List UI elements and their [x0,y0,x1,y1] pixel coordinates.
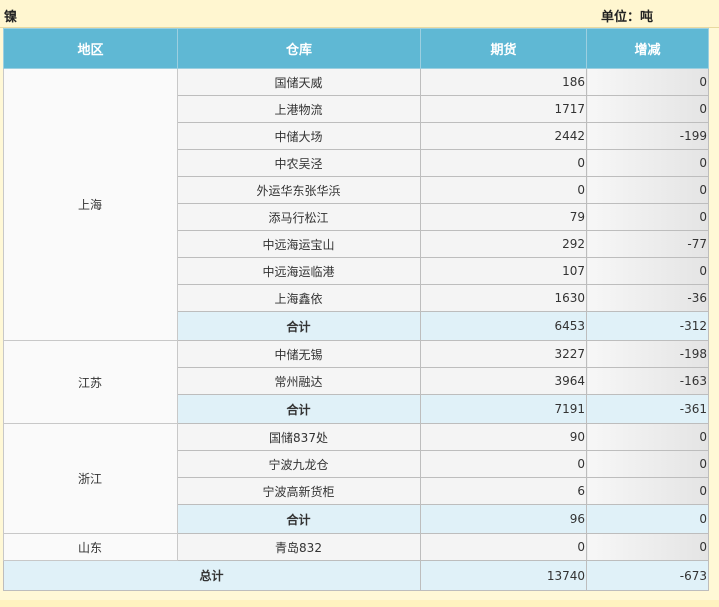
total-row: 总计 13740 -673 [3,560,709,591]
change-cell: -77 [586,230,709,258]
warehouse-cell: 宁波高新货柜 [177,477,421,505]
change-cell: -199 [586,122,709,150]
warehouse-cell: 常州融达 [177,367,421,395]
subtotal-futures: 6453 [420,311,587,341]
column-header-change: 增减 [586,28,709,69]
warehouse-cell: 国储天威 [177,68,421,96]
warehouse-cell: 中储大场 [177,122,421,150]
subtotal-futures: 7191 [420,394,587,424]
metal-name: 镍 [4,10,18,25]
change-cell: -36 [586,284,709,312]
change-cell: 0 [586,533,709,561]
futures-cell: 0 [420,450,587,478]
change-cell: 0 [586,176,709,204]
futures-cell: 3227 [420,340,587,368]
change-cell: 0 [586,257,709,285]
change-cell: 0 [586,203,709,231]
bottom-strip [0,600,719,607]
warehouse-cell: 宁波九龙仓 [177,450,421,478]
warehouse-cell: 外运华东张华浜 [177,176,421,204]
column-header-futures: 期货 [420,28,587,69]
futures-cell: 0 [420,533,587,561]
futures-cell: 79 [420,203,587,231]
futures-cell: 2442 [420,122,587,150]
total-futures: 13740 [420,560,587,591]
title-bar: 镍 单位：吨 [0,0,719,28]
region-cell: 江苏 [3,340,178,424]
warehouse-cell: 中农吴泾 [177,149,421,177]
change-cell: -163 [586,367,709,395]
table-row: 江苏 中储无锡 3227 -198 [3,340,709,424]
futures-cell: 1630 [420,284,587,312]
region-cell: 浙江 [3,423,178,534]
warehouse-stock-table: 地区 仓库 期货 增减 上海 国储天威 186 0 上港物流 1717 0 中储大场 2442-… [3,28,709,591]
subtotal-change: -361 [586,394,709,424]
futures-cell: 186 [420,68,587,96]
subtotal-futures: 96 [420,504,587,534]
change-cell: 0 [586,477,709,505]
table-row: 山东 青岛832 0 0 [3,533,709,561]
subtotal-change: -312 [586,311,709,341]
subtotal-label: 合计 [177,504,421,534]
change-cell: 0 [586,450,709,478]
futures-cell: 107 [420,257,587,285]
region-cell: 上海 [3,68,178,341]
warehouse-cell: 中远海运宝山 [177,230,421,258]
column-header-region: 地区 [3,28,178,69]
futures-cell: 292 [420,230,587,258]
total-label: 总计 [3,560,421,591]
subtotal-change: 0 [586,504,709,534]
futures-cell: 0 [420,176,587,204]
table-body: 上海 国储天威 186 0 上港物流 1717 0 中储大场 2442 -199 中农吴泾 0 0 外运华… [3,68,709,591]
column-header-warehouse: 仓库 [177,28,421,69]
change-cell: 0 [586,149,709,177]
table-row: 上海 国储天威 186 0 [3,68,709,341]
change-cell: 0 [586,423,709,451]
futures-cell: 90 [420,423,587,451]
futures-cell: 0 [420,149,587,177]
change-cell: 0 [586,68,709,96]
warehouse-cell: 中储无锡 [177,340,421,368]
futures-cell: 1717 [420,95,587,123]
table-row: 浙江 国储837处 90 0 [3,423,709,534]
change-cell: -198 [586,340,709,368]
region-cell: 山东 [3,533,178,561]
futures-cell: 6 [420,477,587,505]
table-header-row: 地区 仓库 期货 增减 [3,28,709,69]
futures-cell: 3964 [420,367,587,395]
warehouse-cell: 添马行松江 [177,203,421,231]
warehouse-cell: 青岛832 [177,533,421,561]
warehouse-cell: 中远海运临港 [177,257,421,285]
total-change: -673 [586,560,709,591]
unit-label: 单位：吨 [601,10,654,25]
warehouse-cell: 上港物流 [177,95,421,123]
warehouse-cell: 国储837处 [177,423,421,451]
subtotal-label: 合计 [177,394,421,424]
change-cell: 0 [586,95,709,123]
subtotal-label: 合计 [177,311,421,341]
warehouse-cell: 上海鑫依 [177,284,421,312]
